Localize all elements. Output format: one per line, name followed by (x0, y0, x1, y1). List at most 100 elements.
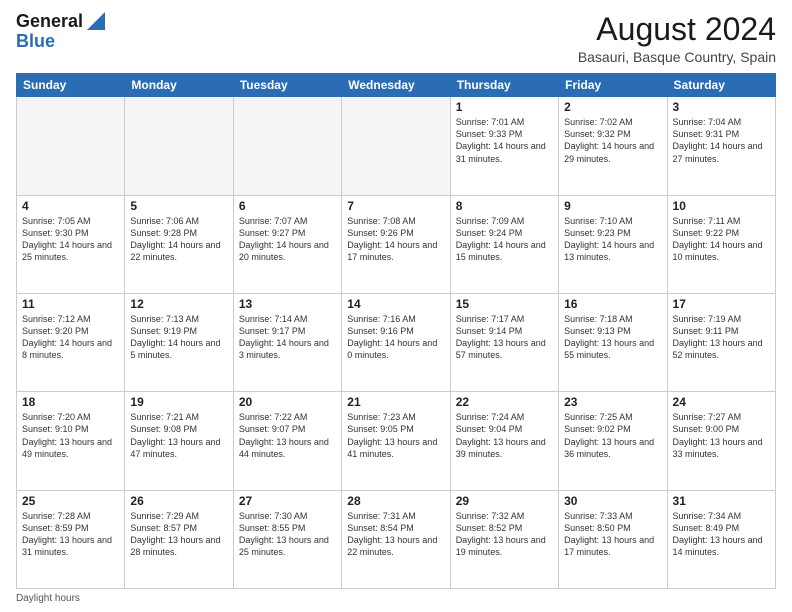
date-number: 10 (673, 199, 770, 213)
cell-content: Sunrise: 7:11 AM Sunset: 9:22 PM Dayligh… (673, 215, 770, 264)
calendar-cell: 21 Sunrise: 7:23 AM Sunset: 9:05 PM Dayli… (342, 392, 450, 490)
date-number: 27 (239, 494, 336, 508)
logo-blue-text: Blue (16, 32, 55, 52)
calendar-cell: 23 Sunrise: 7:25 AM Sunset: 9:02 PM Dayli… (559, 392, 667, 490)
week-row-3: 11 Sunrise: 7:12 AM Sunset: 9:20 PM Dayli… (17, 293, 776, 391)
calendar-cell: 28 Sunrise: 7:31 AM Sunset: 8:54 PM Dayli… (342, 490, 450, 588)
date-number: 7 (347, 199, 444, 213)
date-number: 20 (239, 395, 336, 409)
calendar-cell: 25Sunrise: 7:28 AM Sunset: 8:59 PM Dayli… (17, 490, 125, 588)
cell-content: Sunrise: 7:02 AM Sunset: 9:32 PM Dayligh… (564, 116, 661, 165)
cell-content: Sunrise: 7:30 AM Sunset: 8:55 PM Dayligh… (239, 510, 336, 559)
calendar-cell (17, 97, 125, 195)
calendar-cell: 5 Sunrise: 7:06 AM Sunset: 9:28 PM Daylig… (125, 195, 233, 293)
date-number: 8 (456, 199, 553, 213)
weekday-header-thursday: Thursday (450, 74, 558, 97)
calendar-cell: 12 Sunrise: 7:13 AM Sunset: 9:19 PM Dayli… (125, 293, 233, 391)
date-number: 13 (239, 297, 336, 311)
cell-content: Sunrise: 7:18 AM Sunset: 9:13 PM Dayligh… (564, 313, 661, 362)
cell-content: Sunrise: 7:27 AM Sunset: 9:00 PM Dayligh… (673, 411, 770, 460)
calendar-cell: 20 Sunrise: 7:22 AM Sunset: 9:07 PM Dayli… (233, 392, 341, 490)
date-number: 31 (673, 494, 770, 508)
date-number: 16 (564, 297, 661, 311)
calendar: SundayMondayTuesdayWednesdayThursdayFrid… (16, 73, 776, 589)
cell-content: Sunrise: 7:32 AM Sunset: 8:52 PM Dayligh… (456, 510, 553, 559)
calendar-cell: 8Sunrise: 7:09 AM Sunset: 9:24 PM Daylig… (450, 195, 558, 293)
date-number: 4 (22, 199, 119, 213)
weekday-header-row: SundayMondayTuesdayWednesdayThursdayFrid… (17, 74, 776, 97)
date-number: 28 (347, 494, 444, 508)
calendar-cell: 7 Sunrise: 7:08 AM Sunset: 9:26 PM Daylig… (342, 195, 450, 293)
logo: General Blue (16, 12, 105, 52)
calendar-cell: 11 Sunrise: 7:12 AM Sunset: 9:20 PM Dayli… (17, 293, 125, 391)
cell-content: Sunrise: 7:13 AM Sunset: 9:19 PM Dayligh… (130, 313, 227, 362)
weekday-header-saturday: Saturday (667, 74, 775, 97)
header: General Blue August 2024 Basauri, Basque… (16, 12, 776, 65)
cell-content: Sunrise: 7:16 AM Sunset: 9:16 PM Dayligh… (347, 313, 444, 362)
date-number: 18 (22, 395, 119, 409)
date-number: 24 (673, 395, 770, 409)
date-number: 3 (673, 100, 770, 114)
cell-content: Sunrise: 7:01 AM Sunset: 9:33 PM Dayligh… (456, 116, 553, 165)
cell-content: Sunrise: 7:33 AM Sunset: 8:50 PM Dayligh… (564, 510, 661, 559)
cell-content: Sunrise: 7:23 AM Sunset: 9:05 PM Dayligh… (347, 411, 444, 460)
calendar-cell: 1 Sunrise: 7:01 AM Sunset: 9:33 PM Daylig… (450, 97, 558, 195)
cell-content: Sunrise: 7:08 AM Sunset: 9:26 PM Dayligh… (347, 215, 444, 264)
date-number: 21 (347, 395, 444, 409)
weekday-header-tuesday: Tuesday (233, 74, 341, 97)
date-number: 6 (239, 199, 336, 213)
cell-content: Sunrise: 7:22 AM Sunset: 9:07 PM Dayligh… (239, 411, 336, 460)
calendar-cell: 26 Sunrise: 7:29 AM Sunset: 8:57 PM Dayli… (125, 490, 233, 588)
date-number: 23 (564, 395, 661, 409)
calendar-cell: 29Sunrise: 7:32 AM Sunset: 8:52 PM Dayli… (450, 490, 558, 588)
cell-content: Sunrise: 7:10 AM Sunset: 9:23 PM Dayligh… (564, 215, 661, 264)
date-number: 15 (456, 297, 553, 311)
cell-content: Sunrise: 7:12 AM Sunset: 9:20 PM Dayligh… (22, 313, 119, 362)
date-number: 26 (130, 494, 227, 508)
cell-content: Sunrise: 7:19 AM Sunset: 9:11 PM Dayligh… (673, 313, 770, 362)
calendar-cell: 24 Sunrise: 7:27 AM Sunset: 9:00 PM Dayli… (667, 392, 775, 490)
cell-content: Sunrise: 7:07 AM Sunset: 9:27 PM Dayligh… (239, 215, 336, 264)
calendar-cell: 9 Sunrise: 7:10 AM Sunset: 9:23 PM Daylig… (559, 195, 667, 293)
calendar-cell: 2 Sunrise: 7:02 AM Sunset: 9:32 PM Daylig… (559, 97, 667, 195)
calendar-cell: 17Sunrise: 7:19 AM Sunset: 9:11 PM Dayli… (667, 293, 775, 391)
date-number: 14 (347, 297, 444, 311)
calendar-cell: 16 Sunrise: 7:18 AM Sunset: 9:13 PM Dayli… (559, 293, 667, 391)
date-number: 2 (564, 100, 661, 114)
calendar-cell: 4 Sunrise: 7:05 AM Sunset: 9:30 PM Daylig… (17, 195, 125, 293)
date-number: 5 (130, 199, 227, 213)
calendar-cell: 3 Sunrise: 7:04 AM Sunset: 9:31 PM Daylig… (667, 97, 775, 195)
cell-content: Sunrise: 7:29 AM Sunset: 8:57 PM Dayligh… (130, 510, 227, 559)
weekday-header-wednesday: Wednesday (342, 74, 450, 97)
date-number: 9 (564, 199, 661, 213)
week-row-5: 25Sunrise: 7:28 AM Sunset: 8:59 PM Dayli… (17, 490, 776, 588)
cell-content: Sunrise: 7:06 AM Sunset: 9:28 PM Dayligh… (130, 215, 227, 264)
logo-triangle-icon (87, 12, 105, 30)
cell-content: Sunrise: 7:04 AM Sunset: 9:31 PM Dayligh… (673, 116, 770, 165)
date-number: 12 (130, 297, 227, 311)
calendar-cell: 22Sunrise: 7:24 AM Sunset: 9:04 PM Dayli… (450, 392, 558, 490)
calendar-cell (125, 97, 233, 195)
calendar-cell: 13Sunrise: 7:14 AM Sunset: 9:17 PM Dayli… (233, 293, 341, 391)
calendar-cell: 15 Sunrise: 7:17 AM Sunset: 9:14 PM Dayli… (450, 293, 558, 391)
cell-content: Sunrise: 7:31 AM Sunset: 8:54 PM Dayligh… (347, 510, 444, 559)
calendar-table: SundayMondayTuesdayWednesdayThursdayFrid… (16, 73, 776, 589)
date-number: 30 (564, 494, 661, 508)
cell-content: Sunrise: 7:28 AM Sunset: 8:59 PM Dayligh… (22, 510, 119, 559)
weekday-header-friday: Friday (559, 74, 667, 97)
weekday-header-monday: Monday (125, 74, 233, 97)
calendar-cell: 27 Sunrise: 7:30 AM Sunset: 8:55 PM Dayli… (233, 490, 341, 588)
cell-content: Sunrise: 7:17 AM Sunset: 9:14 PM Dayligh… (456, 313, 553, 362)
date-number: 11 (22, 297, 119, 311)
week-row-2: 4 Sunrise: 7:05 AM Sunset: 9:30 PM Daylig… (17, 195, 776, 293)
main-title: August 2024 (578, 12, 776, 47)
logo-general-text: General (16, 12, 83, 32)
weekday-header-sunday: Sunday (17, 74, 125, 97)
cell-content: Sunrise: 7:05 AM Sunset: 9:30 PM Dayligh… (22, 215, 119, 264)
title-section: August 2024 Basauri, Basque Country, Spa… (578, 12, 776, 65)
cell-content: Sunrise: 7:34 AM Sunset: 8:49 PM Dayligh… (673, 510, 770, 559)
week-row-1: 1 Sunrise: 7:01 AM Sunset: 9:33 PM Daylig… (17, 97, 776, 195)
date-number: 1 (456, 100, 553, 114)
footer-note: Daylight hours (16, 593, 776, 604)
cell-content: Sunrise: 7:25 AM Sunset: 9:02 PM Dayligh… (564, 411, 661, 460)
